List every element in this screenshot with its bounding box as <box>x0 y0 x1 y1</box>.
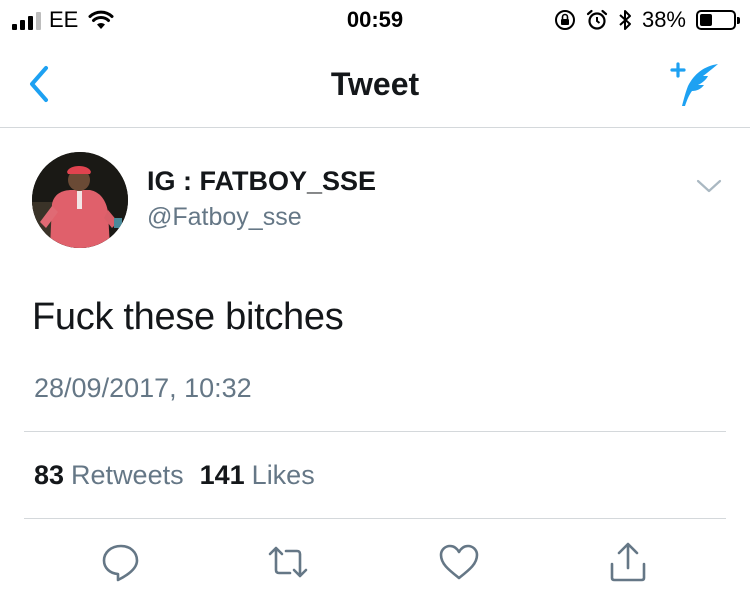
orientation-lock-icon <box>554 10 575 30</box>
reply-icon <box>102 544 139 582</box>
retweet-button[interactable] <box>266 540 310 584</box>
share-button[interactable] <box>606 540 650 584</box>
likes-count[interactable]: 141 <box>200 460 245 491</box>
status-bar: EE 00:59 38% <box>0 0 750 40</box>
tweet-stats: 83 Retweets 141 Likes <box>34 460 331 491</box>
compose-button[interactable] <box>670 60 722 108</box>
retweets-label[interactable]: Retweets <box>71 460 184 491</box>
reply-button[interactable] <box>99 540 143 584</box>
avatar-image <box>32 152 128 248</box>
alarm-icon <box>586 9 608 30</box>
avatar[interactable] <box>32 152 128 248</box>
display-name[interactable]: IG : FATBOY_SSE <box>147 166 376 197</box>
tweet-text: Fuck these bitches <box>32 296 344 338</box>
divider <box>24 431 726 432</box>
share-icon <box>610 542 646 582</box>
likes-label[interactable]: Likes <box>252 460 315 491</box>
retweet-icon <box>268 546 308 578</box>
divider <box>24 518 726 519</box>
compose-tweet-icon <box>670 62 718 106</box>
like-button[interactable] <box>437 540 481 584</box>
nav-bar: Tweet <box>0 40 750 128</box>
retweets-count[interactable]: 83 <box>34 460 64 491</box>
page-title: Tweet <box>330 66 420 102</box>
tweet-timestamp: 28/09/2017, 10:32 <box>34 373 252 403</box>
battery-icon <box>696 10 740 30</box>
battery-level <box>700 14 713 26</box>
username[interactable]: @Fatboy_sse <box>147 203 302 232</box>
like-icon <box>439 544 479 580</box>
action-bar <box>0 540 750 590</box>
chevron-down-icon <box>696 179 722 193</box>
more-options-button[interactable] <box>696 178 722 194</box>
battery-percent: 38% <box>641 7 686 32</box>
status-right: 38% <box>554 7 740 32</box>
bluetooth-icon <box>619 10 631 30</box>
